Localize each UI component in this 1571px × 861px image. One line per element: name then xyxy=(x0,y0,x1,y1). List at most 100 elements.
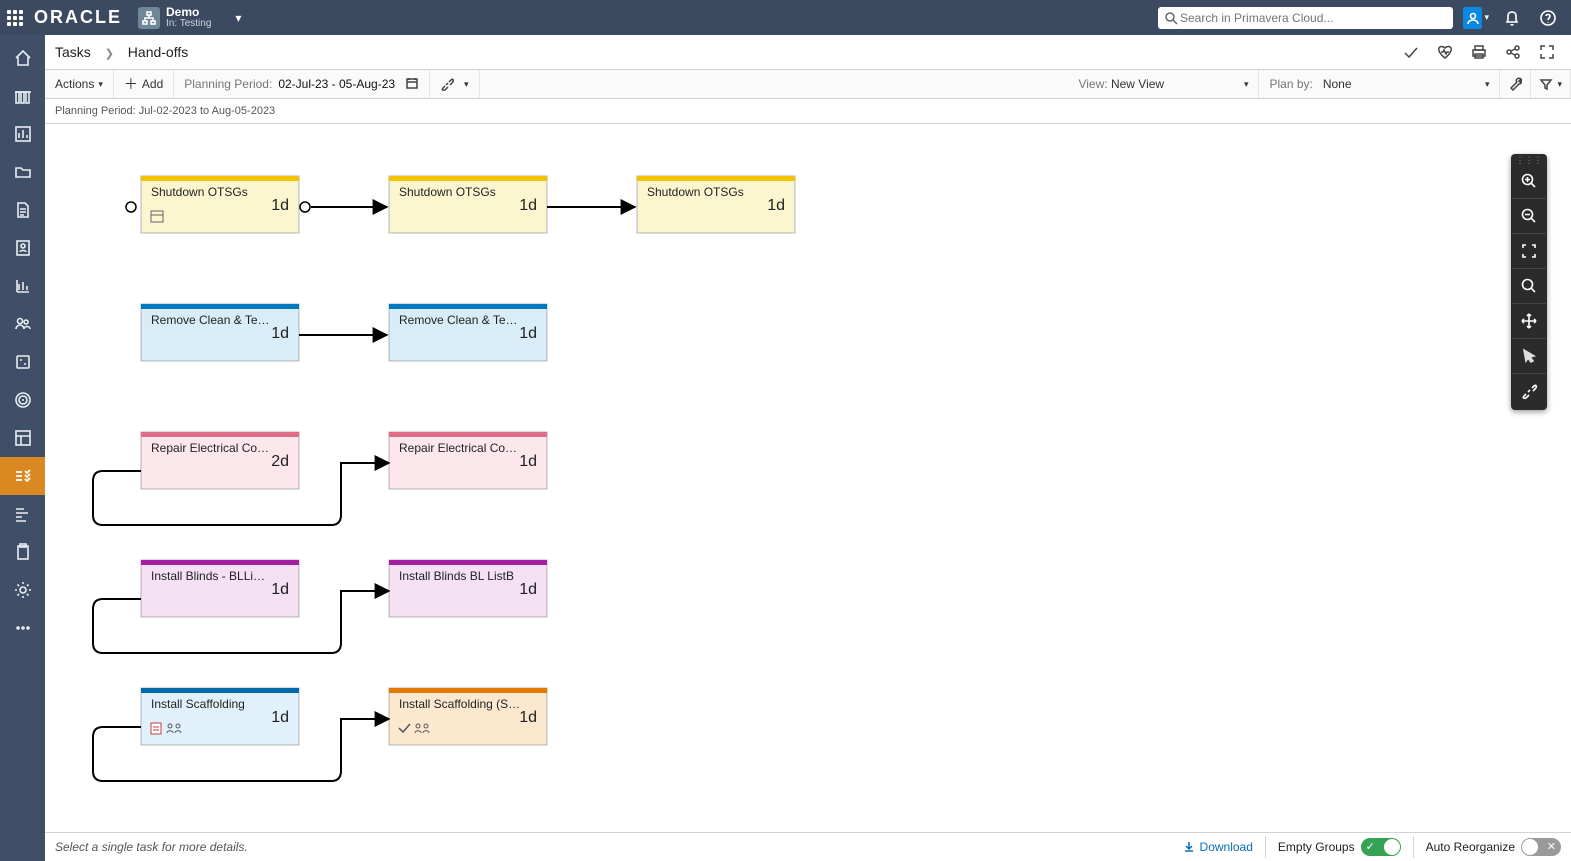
task-title: Shutdown OTSGs xyxy=(399,185,496,199)
sidebar-layout[interactable] xyxy=(0,419,45,457)
actions-menu[interactable]: Actions▾ xyxy=(45,70,114,98)
sidebar-document[interactable] xyxy=(0,191,45,229)
sidebar-library[interactable] xyxy=(0,77,45,115)
sidebar-settings[interactable] xyxy=(0,571,45,609)
zoom-fit-button[interactable] xyxy=(1512,234,1546,269)
link-icon xyxy=(440,77,454,91)
status-bar: Select a single task for more details. D… xyxy=(45,832,1571,861)
empty-groups-switch[interactable]: ✓ xyxy=(1361,838,1401,856)
task-duration: 2d xyxy=(271,453,289,470)
auto-reorganize-label: Auto Reorganize xyxy=(1426,840,1515,854)
commit-button[interactable] xyxy=(1397,38,1425,66)
fullscreen-button[interactable] xyxy=(1533,38,1561,66)
help-icon xyxy=(1539,9,1557,27)
task-node[interactable]: Install Blinds BL ListB 1d xyxy=(389,560,547,617)
add-button[interactable]: ＋ Add xyxy=(114,70,174,98)
sidebar-target[interactable] xyxy=(0,381,45,419)
user-icon xyxy=(1466,11,1480,25)
chevron-down-icon: ▾ xyxy=(464,79,469,90)
link-options-button[interactable]: ▾ xyxy=(430,70,480,98)
task-duration: 1d xyxy=(519,325,537,342)
task-node[interactable]: Shutdown OTSGs1d xyxy=(637,176,795,233)
zoom-out-button[interactable] xyxy=(1512,199,1546,234)
zoom-in-button[interactable] xyxy=(1512,164,1546,199)
sidebar-contacts[interactable] xyxy=(0,229,45,267)
app-sidebar xyxy=(0,35,45,861)
plan-by-selector[interactable]: Plan by: None ▾ xyxy=(1259,70,1500,98)
chevron-right-icon: ❯ xyxy=(105,48,114,60)
task-title: Install Scaffolding xyxy=(151,697,245,711)
planning-period-selector[interactable]: Planning Period: 02-Jul-23 - 05-Aug-23 xyxy=(174,70,430,98)
view-selector[interactable]: View: New View ▾ xyxy=(1068,70,1259,98)
calendar-icon xyxy=(405,76,419,93)
sidebar-tasks-active[interactable] xyxy=(0,457,45,495)
planning-period-label: Planning Period: xyxy=(184,77,272,91)
task-node[interactable]: Install Scaffolding (S…1d xyxy=(389,688,547,745)
status-hint: Select a single task for more details. xyxy=(55,840,248,854)
planning-period-info-label: Planning Period: xyxy=(55,105,136,117)
task-duration: 1d xyxy=(519,581,537,598)
task-node[interactable]: Shutdown OTSGs1d xyxy=(141,176,299,233)
plan-by-value: None xyxy=(1323,77,1352,91)
help-button[interactable] xyxy=(1535,0,1561,35)
task-node[interactable]: Remove Clean & Te…1d xyxy=(141,304,299,361)
global-search[interactable] xyxy=(1158,7,1453,29)
task-duration: 1d xyxy=(519,197,537,214)
apps-menu-icon[interactable] xyxy=(0,0,30,35)
health-button[interactable] xyxy=(1431,38,1459,66)
sidebar-folder[interactable] xyxy=(0,153,45,191)
search-input[interactable] xyxy=(1178,10,1447,26)
sidebar-dice[interactable] xyxy=(0,343,45,381)
search-button[interactable] xyxy=(1512,269,1546,304)
search-icon xyxy=(1164,11,1178,25)
breadcrumb-row: Tasks ❯ Hand-offs xyxy=(45,35,1571,70)
task-node[interactable]: Repair Electrical Co…2d xyxy=(141,432,299,489)
sidebar-gantt[interactable] xyxy=(0,495,45,533)
download-icon xyxy=(1182,840,1196,854)
config-button[interactable] xyxy=(1500,70,1531,98)
task-node[interactable]: Remove Clean & Te…1d xyxy=(389,304,547,361)
main-content: Tasks ❯ Hand-offs Actions▾ ＋ Add Pl xyxy=(45,35,1571,861)
handoffs-canvas[interactable]: Shutdown OTSGs1dShutdown OTSGs1dShutdown… xyxy=(45,124,1571,832)
link-tool-button[interactable] xyxy=(1512,374,1546,408)
print-button[interactable] xyxy=(1465,38,1493,66)
sidebar-team[interactable] xyxy=(0,305,45,343)
actions-label: Actions xyxy=(55,77,94,91)
notifications-button[interactable] xyxy=(1499,0,1525,35)
auto-reorganize-switch[interactable]: ✕ xyxy=(1521,838,1561,856)
download-button[interactable]: Download xyxy=(1182,840,1253,854)
task-node[interactable]: Install Blinds - BLLi…1d xyxy=(141,560,299,617)
chevron-down-icon: ▾ xyxy=(1244,79,1249,90)
task-node[interactable]: Repair Electrical Co…1d xyxy=(389,432,547,489)
plus-icon: ＋ xyxy=(124,74,138,94)
sidebar-home[interactable] xyxy=(0,39,45,77)
task-title: Install Blinds BL ListB xyxy=(399,569,514,583)
zoom-toolbar: ⋮⋮⋮ xyxy=(1511,154,1547,410)
empty-groups-toggle: Empty Groups ✓ xyxy=(1265,836,1401,858)
task-duration: 1d xyxy=(271,709,289,726)
project-switcher[interactable]: Demo In: Testing ▾ xyxy=(138,0,241,35)
filter-button[interactable]: ▾ xyxy=(1531,70,1571,98)
sidebar-more[interactable] xyxy=(0,609,45,647)
task-title: Install Scaffolding (S… xyxy=(399,697,520,711)
filter-icon xyxy=(1539,77,1553,91)
sidebar-clipboard[interactable] xyxy=(0,533,45,571)
select-button[interactable] xyxy=(1512,339,1546,374)
share-button[interactable] xyxy=(1499,38,1527,66)
pan-button[interactable] xyxy=(1512,304,1546,339)
chevron-down-icon: ▾ xyxy=(235,11,241,25)
sidebar-reports[interactable] xyxy=(0,267,45,305)
sidebar-dashboard[interactable] xyxy=(0,115,45,153)
task-title: Remove Clean & Te… xyxy=(399,313,518,327)
task-node[interactable]: Shutdown OTSGs 1d xyxy=(389,176,547,233)
empty-groups-label: Empty Groups xyxy=(1278,840,1355,854)
page-toolbar: Actions▾ ＋ Add Planning Period: 02-Jul-2… xyxy=(45,70,1571,99)
breadcrumb-parent[interactable]: Tasks xyxy=(55,44,91,60)
drag-handle-icon[interactable]: ⋮⋮⋮ xyxy=(1511,156,1547,164)
task-duration: 1d xyxy=(271,197,289,214)
auto-reorganize-toggle: Auto Reorganize ✕ xyxy=(1413,836,1561,858)
user-menu-button[interactable]: ▾ xyxy=(1463,0,1489,35)
task-node[interactable]: Install Scaffolding 1d xyxy=(141,688,299,745)
task-title: Shutdown OTSGs xyxy=(647,185,744,199)
download-label: Download xyxy=(1200,840,1253,854)
